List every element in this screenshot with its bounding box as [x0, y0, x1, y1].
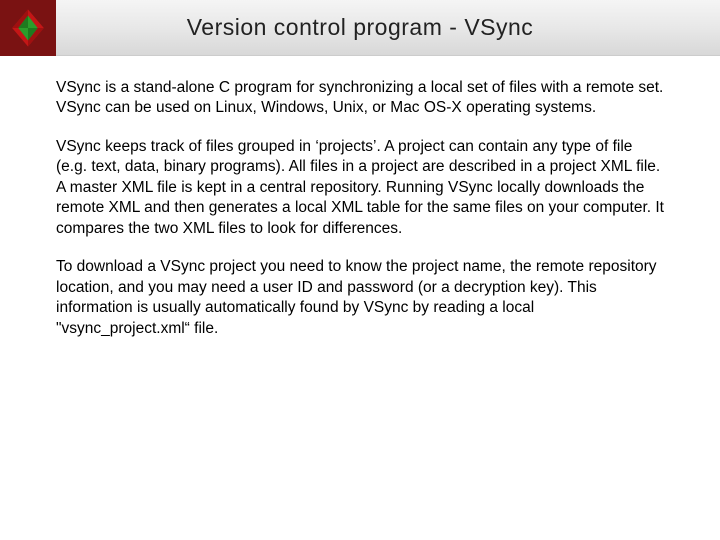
logo-icon	[6, 6, 50, 50]
logo-container	[0, 0, 56, 56]
slide-header: Version control program - VSync	[0, 0, 720, 56]
slide-title: Version control program - VSync	[56, 14, 720, 41]
paragraph-2: VSync keeps track of files grouped in ‘p…	[56, 137, 664, 239]
paragraph-1: VSync is a stand-alone C program for syn…	[56, 78, 664, 119]
paragraph-3: To download a VSync project you need to …	[56, 257, 664, 339]
slide-body: VSync is a stand-alone C program for syn…	[0, 56, 720, 377]
